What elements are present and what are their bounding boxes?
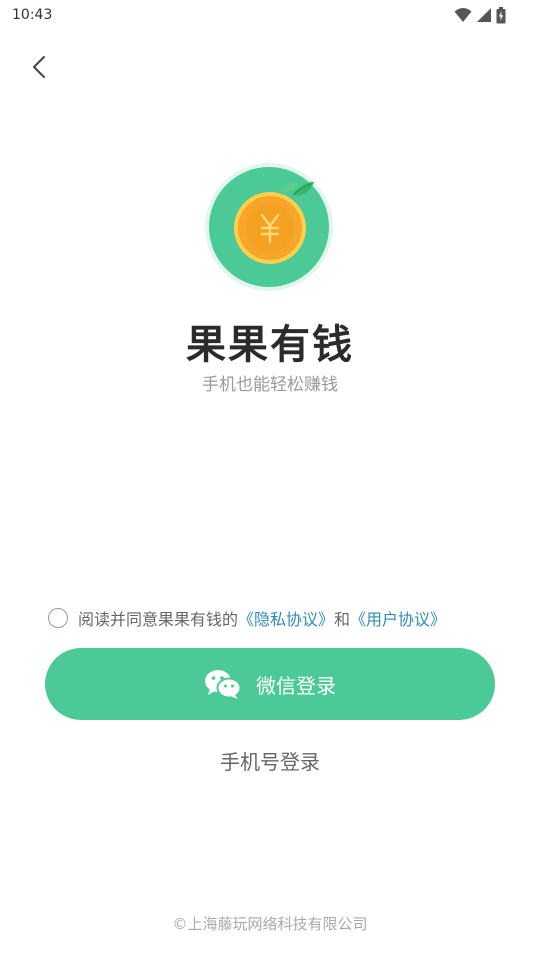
status-bar: 10:43 — [0, 0, 540, 32]
cell-signal-icon — [477, 8, 491, 22]
agreement-row: 阅读并同意果果有钱的 《隐私协议》 和 《用户协议》 — [48, 605, 446, 631]
copyright-text: ©上海藤玩网络科技有限公司 — [172, 915, 368, 933]
status-time: 10:43 — [12, 7, 53, 23]
back-button[interactable] — [22, 50, 56, 84]
chevron-left-icon — [33, 56, 45, 78]
status-icons — [454, 6, 506, 24]
agreement-checkbox[interactable] — [48, 608, 68, 628]
wechat-login-button[interactable]: 微信登录 — [45, 648, 495, 720]
app-slogan: 手机也能轻松赚钱 — [202, 375, 338, 395]
wechat-icon — [205, 670, 242, 699]
phone-login-link[interactable]: 手机号登录 — [220, 750, 320, 774]
battery-charging-icon — [496, 6, 506, 23]
app-logo — [204, 162, 334, 292]
privacy-policy-link[interactable]: 《隐私协议》 — [238, 606, 334, 630]
agreement-text: 阅读并同意果果有钱的 — [78, 610, 239, 629]
app-name: 果果有钱 — [186, 322, 354, 368]
wechat-login-label: 微信登录 — [256, 673, 336, 698]
wifi-icon — [454, 8, 472, 22]
orange-coin-yuan-icon — [205, 163, 333, 291]
phone-login-row: 手机号登录 — [0, 746, 540, 775]
user-agreement-link[interactable]: 《用户协议》 — [350, 606, 446, 630]
agreement-conjunction: 和 — [334, 610, 351, 629]
